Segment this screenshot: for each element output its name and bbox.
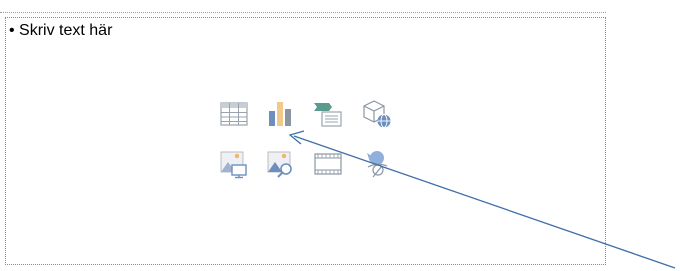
- insert-picture-icon[interactable]: [219, 149, 249, 179]
- placeholder-bullet-text[interactable]: • Skriv text här: [9, 22, 112, 40]
- slide-top-guide: [0, 12, 606, 13]
- insert-chart-icon[interactable]: [266, 99, 296, 129]
- insert-table-icon[interactable]: [219, 99, 249, 129]
- insert-video-icon[interactable]: [313, 149, 343, 179]
- insert-smartart-icon[interactable]: [313, 99, 343, 129]
- insert-icons-icon[interactable]: [362, 149, 392, 179]
- content-icon-grid: [219, 99, 399, 181]
- online-pictures-icon[interactable]: [266, 149, 296, 179]
- insert-3d-model-icon[interactable]: [362, 99, 392, 129]
